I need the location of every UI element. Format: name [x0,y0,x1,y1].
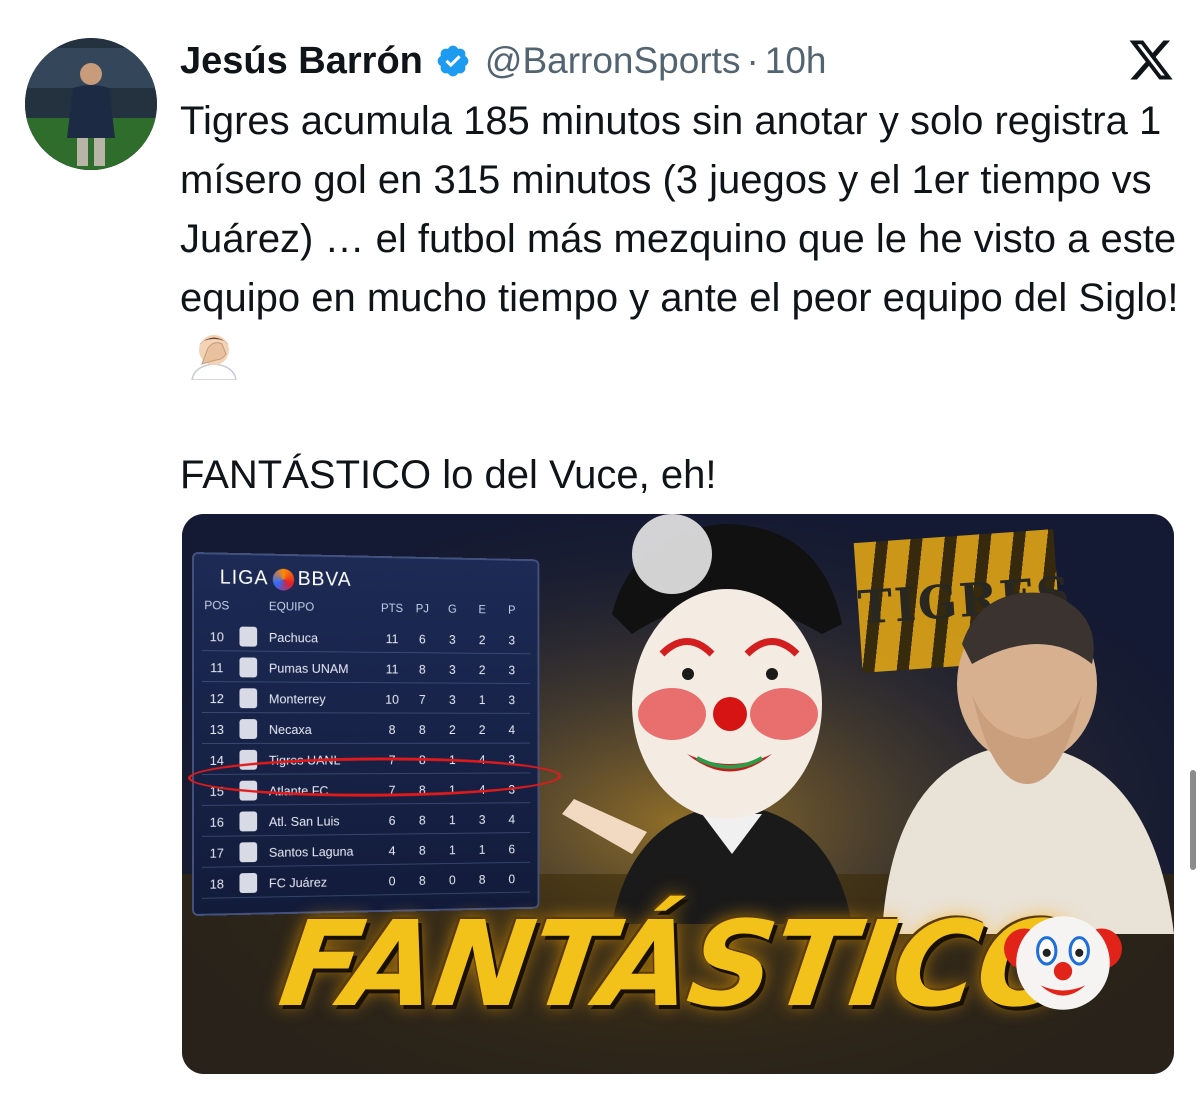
g-cell: 3 [448,661,456,677]
header-g: G [447,602,457,616]
league-brand-right: BBVA [297,568,352,591]
e-cell: 1 [478,691,486,707]
team-crest-icon [239,872,258,894]
pts-cell: 8 [388,721,396,737]
e-cell: 8 [478,871,486,887]
pos-cell: 10 [209,628,224,644]
e-cell: 3 [478,811,486,827]
standings-row: 10 Pachuca 11 6 3 2 3 [201,622,531,655]
author-name[interactable]: Jesús Barrón [180,40,423,83]
team-name-cell: Monterrey [268,690,326,706]
separator-dot: · [746,40,759,81]
team-crest-icon [239,842,258,863]
team-name-cell: Pumas UNAM [268,660,349,676]
e-cell: 2 [478,721,486,737]
team-logo-cell [232,811,265,832]
team-logo-cell [232,842,265,863]
team-crest-icon [239,688,258,709]
g-cell: 0 [448,872,456,887]
standings-row: 11 Pumas UNAM 11 8 3 2 3 [201,653,531,685]
team-logo-cell [232,872,265,894]
pts-cell: 6 [388,812,396,828]
fantastico-headline: FANTÁSTICO [272,895,1087,1033]
pos-cell: 11 [210,659,224,675]
author-handle[interactable]: @BarronSports [485,40,741,82]
pj-cell: 7 [418,691,426,707]
verified-badge-icon [437,45,469,77]
g-cell: 3 [448,691,456,707]
tweet-paragraph: Tigres acumula 185 minutos sin anotar y … [180,92,1180,387]
tweet-paragraph-1: Tigres acumula 185 minutos sin anotar y … [180,99,1179,320]
header-pos: POS [204,598,230,613]
standings-row: 17 Santos Laguna 4 8 1 1 6 [201,834,531,868]
league-ball-icon [272,568,294,591]
pj-cell: 8 [418,842,426,858]
team-crest-icon [239,626,258,647]
team-logo-cell [232,688,265,709]
league-standings-table: LIGA BBVA POS EQUIPO PTS PJ G E P 10 Pach… [188,552,562,916]
g-cell: 1 [448,812,456,827]
team-name-cell: Necaxa [268,721,312,737]
pj-cell: 8 [418,872,426,888]
pos-cell: 13 [209,721,224,737]
g-cell: 3 [448,631,456,647]
standings-row: 16 Atl. San Luis 6 8 1 3 4 [201,805,531,837]
clown-figure [562,514,852,924]
clown-face-emoji [1004,916,1122,1010]
g-cell: 1 [448,842,456,857]
standings-row: 13 Necaxa 8 8 2 2 4 [201,715,531,744]
pj-cell: 8 [418,812,426,827]
team-logo-cell [232,719,265,739]
league-logo: LIGA BBVA [220,567,352,592]
g-cell: 2 [448,721,456,737]
avatar[interactable] [25,38,157,170]
tweet-paragraph-2: FANTÁSTICO lo del Vuce, eh! [180,453,717,497]
e-cell: 1 [478,841,486,857]
pos-cell: 17 [209,845,224,861]
e-cell: 2 [478,661,486,677]
tweet-media-image[interactable]: TIGRES LIGA BBVA POS EQUIPO PTS PJ G E P… [182,514,1174,1074]
team-name-cell: Atl. San Luis [268,813,340,829]
pts-cell: 11 [385,630,399,646]
league-brand-left: LIGA [219,566,269,590]
team-logo-cell [232,626,265,647]
pj-cell: 8 [418,721,426,737]
e-cell: 2 [478,632,486,647]
team-crest-icon [239,811,258,832]
timestamp[interactable]: 10h [765,40,827,82]
x-logo-icon[interactable] [1127,36,1175,84]
pj-cell: 8 [418,661,426,677]
team-name-cell: Pachuca [268,629,319,645]
pos-cell: 12 [209,690,224,706]
team-name-cell: FC Juárez [268,874,328,891]
pts-cell: 10 [385,691,399,707]
header-pts: PTS [380,601,404,616]
tweet-header: Jesús Barrón @BarronSports · 10h [180,36,1175,86]
standings-row: 12 Monterrey 10 7 3 1 3 [201,684,531,714]
standings-header-row: POS EQUIPO PTS PJ G E P [202,598,530,617]
pts-cell: 11 [385,661,399,676]
tigres-fan-figure [882,592,1174,934]
team-crest-icon [239,657,258,678]
pj-cell: 6 [418,631,426,646]
header-team: EQUIPO [268,599,315,614]
pos-cell: 16 [209,814,224,830]
team-crest-icon [239,719,258,739]
pts-cell: 0 [388,873,396,888]
pos-cell: 18 [209,875,224,892]
face-palm-emoji [191,335,237,380]
scrollbar-thumb[interactable] [1190,770,1196,870]
header-e: E [478,602,486,617]
pts-cell: 4 [388,842,396,858]
avatar-photo [25,38,157,170]
team-logo-cell [232,657,265,678]
header-pj: PJ [415,601,429,616]
team-name-cell: Santos Laguna [268,843,354,860]
tweet-body: Tigres acumula 185 minutos sin anotar y … [180,92,1180,505]
